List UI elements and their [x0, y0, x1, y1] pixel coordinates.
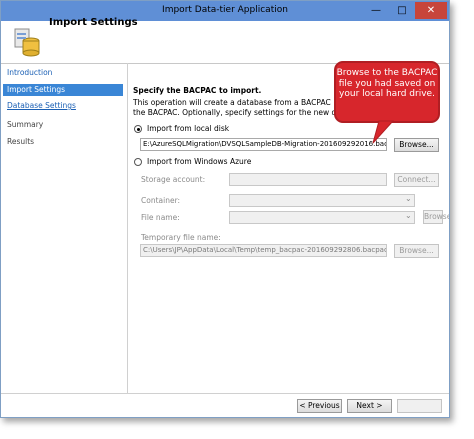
close-button[interactable]: ✕	[415, 2, 447, 19]
azure-label: Import from Windows Azure	[147, 157, 252, 166]
next-button[interactable]: Next >	[347, 399, 392, 413]
nav-item-results: Results	[7, 137, 35, 146]
page-title: Import Settings	[49, 17, 138, 28]
temp-file-field: C:\Users\JP\AppData\Local\Temp\temp_bacp…	[140, 244, 387, 257]
connect-button: Connect...	[394, 173, 439, 187]
finish-button	[397, 399, 442, 413]
previous-button[interactable]: < Previous	[297, 399, 342, 413]
radio-local-disk[interactable]	[134, 125, 142, 133]
chevron-down-icon: ⌄	[405, 194, 412, 203]
minimize-button[interactable]: —	[363, 2, 389, 19]
maximize-button[interactable]: □	[389, 2, 415, 19]
footer-divider	[1, 393, 449, 394]
callout-pointer-icon	[372, 120, 395, 144]
nav-item-database-settings[interactable]: Database Settings	[7, 100, 76, 112]
chevron-down-icon: ⌄	[405, 211, 412, 220]
file-name-select	[229, 211, 415, 224]
container-label: Container:	[141, 196, 181, 205]
import-wizard-icon	[13, 27, 41, 57]
container-select	[229, 194, 415, 207]
nav-item-introduction[interactable]: Introduction	[7, 67, 52, 79]
nav-item-import-settings[interactable]: Import Settings	[3, 84, 123, 96]
description-line-2: the BACPAC. Optionally, specify settings…	[133, 108, 362, 117]
nav-item-summary: Summary	[7, 120, 44, 129]
radio-windows-azure[interactable]	[134, 158, 142, 166]
temp-file-label: Temporary file name:	[141, 233, 221, 242]
section-heading: Specify the BACPAC to import.	[133, 86, 262, 95]
file-name-label: File name:	[141, 213, 180, 222]
storage-account-label: Storage account:	[141, 175, 206, 184]
storage-account-field	[229, 173, 387, 186]
browse-azure-button: Browse...	[423, 210, 449, 224]
wizard-window: Import Data-tier Application — □ ✕ Impor…	[0, 0, 450, 418]
local-disk-label: Import from local disk	[147, 124, 230, 133]
nav-divider	[127, 63, 128, 393]
browse-temp-button: Browse...	[394, 244, 439, 258]
annotation-callout: Browse to the BACPAC file you had saved …	[334, 61, 440, 123]
description-line-1: This operation will create a database fr…	[133, 98, 333, 107]
local-path-field[interactable]: E:\AzureSQLMigration\DVSQLSampleDB-Migra…	[140, 138, 387, 151]
